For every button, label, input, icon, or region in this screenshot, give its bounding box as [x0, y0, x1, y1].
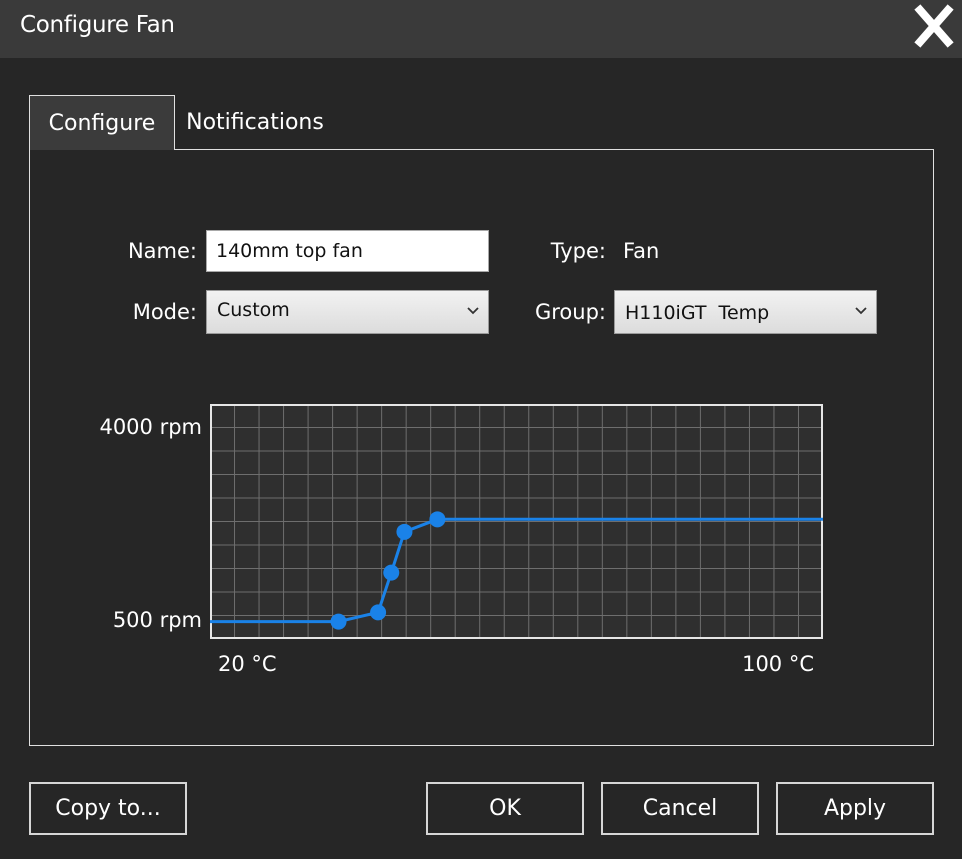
cancel-button[interactable]: Cancel — [601, 782, 759, 835]
group-label: Group: — [534, 300, 606, 324]
close-button[interactable] — [910, 4, 958, 48]
title-bar: Configure Fan — [0, 0, 962, 58]
chevron-down-icon — [467, 307, 479, 315]
ok-button[interactable]: OK — [426, 782, 584, 835]
mode-select[interactable]: Custom — [206, 290, 489, 334]
curve-point-1[interactable] — [330, 613, 347, 630]
fan-curve-svg — [210, 404, 823, 639]
type-value: Fan — [623, 239, 660, 263]
window-title: Configure Fan — [20, 12, 175, 38]
y-axis-max-label: 4000 rpm — [99, 415, 202, 439]
configure-fan-dialog: Configure Fan Configure Notifications Na… — [0, 0, 962, 859]
name-label: Name: — [127, 239, 197, 263]
copy-to-button[interactable]: Copy to... — [29, 782, 187, 835]
close-icon — [914, 4, 954, 48]
group-select-value: H110iGT Temp — [625, 302, 770, 324]
curve-point-5[interactable] — [429, 511, 446, 528]
curve-point-3[interactable] — [383, 564, 400, 581]
name-input[interactable] — [206, 230, 489, 272]
chevron-down-icon — [855, 307, 867, 315]
tab-notifications[interactable]: Notifications — [176, 95, 334, 150]
tab-notifications-label: Notifications — [186, 110, 324, 135]
curve-point-2[interactable] — [370, 604, 387, 621]
curve-point-4[interactable] — [396, 523, 413, 540]
x-axis-max-label: 100 °C — [742, 652, 814, 676]
y-axis-min-label: 500 rpm — [112, 608, 202, 632]
apply-button[interactable]: Apply — [776, 782, 934, 835]
x-axis-min-label: 20 °C — [218, 652, 277, 676]
mode-select-value: Custom — [217, 299, 290, 321]
tab-configure[interactable]: Configure — [29, 95, 175, 150]
mode-label: Mode: — [132, 300, 197, 324]
type-label: Type: — [550, 239, 606, 263]
tab-configure-label: Configure — [48, 110, 156, 136]
fan-curve-chart[interactable] — [210, 404, 823, 639]
group-select[interactable]: H110iGT Temp — [614, 290, 877, 334]
